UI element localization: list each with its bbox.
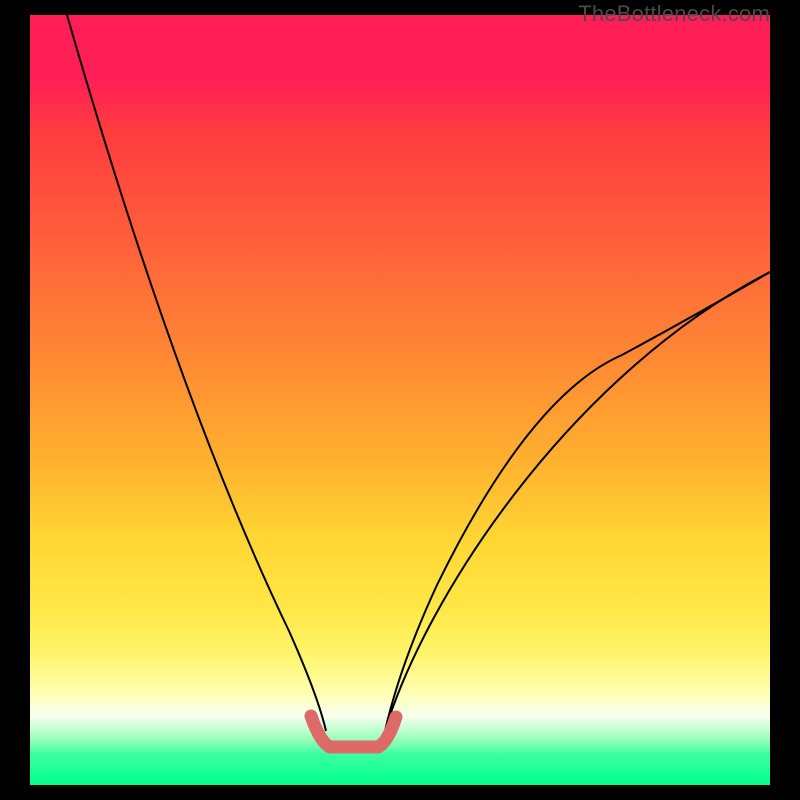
chart-canvas: TheBottleneck.com <box>0 0 800 800</box>
chart-svg <box>30 15 770 785</box>
left-branch-curve <box>67 15 326 731</box>
plot-area <box>30 15 770 785</box>
right-branch-curve <box>385 272 770 731</box>
right-branch-final <box>385 272 770 731</box>
watermark-text: TheBottleneck.com <box>578 1 770 27</box>
